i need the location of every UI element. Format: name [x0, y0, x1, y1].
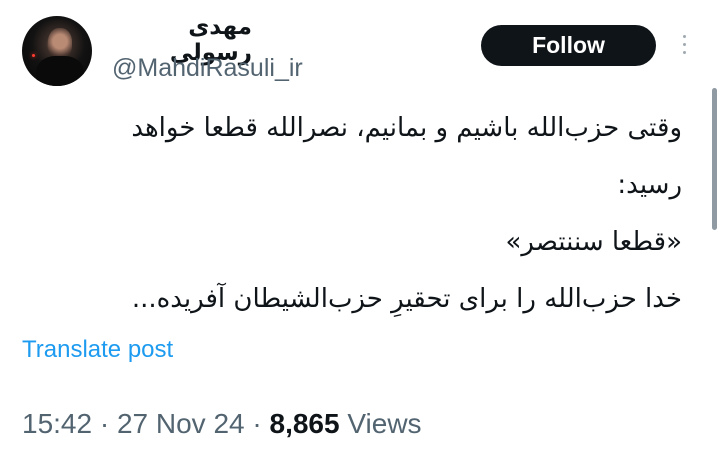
- author-handle[interactable]: @MahdiRasuli_ir: [112, 54, 303, 83]
- tweet-line: «قطعا سننتصر»: [505, 227, 682, 257]
- tweet-date[interactable]: 27 Nov 24: [117, 408, 245, 439]
- tweet-line: خدا حزب‌الله را برای تحقیرِ حزب‌الشیطان …: [131, 284, 682, 314]
- dot: [682, 51, 686, 54]
- tweet-line: وقتی حزب‌الله باشیم و بمانیم، نصرالله قط…: [131, 113, 682, 143]
- scrollbar[interactable]: [712, 88, 717, 230]
- views-count: 8,865: [269, 408, 340, 439]
- meta-separator: ·: [252, 408, 262, 439]
- dot: [682, 35, 686, 38]
- dot: [682, 43, 686, 46]
- avatar-body: [36, 56, 84, 86]
- more-vertical-icon[interactable]: [680, 35, 688, 54]
- views-label: Views: [347, 408, 422, 439]
- tweet-time[interactable]: 15:42: [22, 408, 92, 439]
- meta-separator: ·: [99, 408, 110, 439]
- tweet-line: رسید:: [617, 170, 682, 200]
- translate-post-link[interactable]: Translate post: [22, 336, 173, 364]
- avatar[interactable]: [22, 16, 92, 86]
- avatar-detail: [32, 54, 35, 57]
- follow-button[interactable]: Follow: [481, 25, 656, 66]
- tweet-meta: 15:42 · 27 Nov 24 · 8,865 Views: [22, 408, 422, 440]
- avatar-head: [48, 28, 72, 58]
- tweet-text: وقتی حزب‌الله باشیم و بمانیم، نصرالله قط…: [22, 100, 682, 328]
